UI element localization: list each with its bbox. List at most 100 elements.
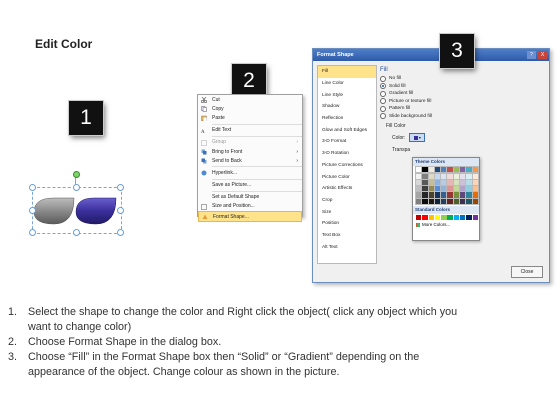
color-swatch[interactable] xyxy=(421,165,429,174)
radio-slide-background-fill[interactable]: Slide background fill xyxy=(380,113,544,121)
color-swatch[interactable] xyxy=(427,179,436,187)
nav-picture-corrections[interactable]: Picture Corrections xyxy=(318,160,376,172)
radio-no-fill[interactable]: No fill xyxy=(380,75,544,83)
color-swatch[interactable] xyxy=(433,191,442,199)
resize-handle[interactable] xyxy=(29,184,36,191)
color-swatch[interactable] xyxy=(446,173,454,181)
nav-line-color[interactable]: Line Color xyxy=(318,78,376,90)
color-swatch[interactable] xyxy=(433,185,442,193)
color-swatch[interactable] xyxy=(465,185,473,193)
color-swatch[interactable] xyxy=(465,179,473,187)
color-swatch[interactable] xyxy=(440,173,448,181)
color-swatch[interactable] xyxy=(458,179,467,187)
color-swatch[interactable] xyxy=(440,179,448,187)
nav-size[interactable]: Size xyxy=(318,206,376,218)
color-swatch[interactable] xyxy=(414,185,423,193)
nav-position[interactable]: Position xyxy=(318,218,376,230)
color-swatch[interactable] xyxy=(471,185,480,193)
color-swatch[interactable] xyxy=(446,179,454,187)
color-swatch[interactable] xyxy=(465,191,473,199)
color-swatch[interactable] xyxy=(465,197,473,205)
color-swatch[interactable] xyxy=(441,214,447,221)
color-swatch[interactable] xyxy=(427,185,436,193)
color-swatch[interactable] xyxy=(422,214,428,221)
color-swatch[interactable] xyxy=(427,173,436,181)
close-icon[interactable]: X xyxy=(538,51,547,59)
nav-shadow[interactable]: Shadow xyxy=(318,101,376,113)
nav-text-box[interactable]: Text Box xyxy=(318,230,376,242)
color-swatch[interactable] xyxy=(458,191,467,199)
resize-handle[interactable] xyxy=(73,184,80,191)
color-swatch[interactable] xyxy=(421,185,429,193)
menu-item-size-position[interactable]: Size and Position... xyxy=(198,202,302,211)
color-swatch[interactable] xyxy=(421,197,429,205)
color-swatch[interactable] xyxy=(414,197,423,205)
resize-handle[interactable] xyxy=(117,207,124,214)
color-swatch[interactable] xyxy=(465,173,473,181)
color-swatch[interactable] xyxy=(427,197,436,205)
resize-handle[interactable] xyxy=(73,229,80,236)
color-swatch[interactable] xyxy=(452,173,461,181)
color-swatch[interactable] xyxy=(460,214,466,221)
color-swatch[interactable] xyxy=(414,165,423,174)
color-swatch[interactable] xyxy=(453,214,460,221)
color-swatch[interactable] xyxy=(416,214,422,221)
color-swatch[interactable] xyxy=(440,165,448,174)
color-swatch[interactable] xyxy=(471,179,480,187)
menu-item-save-as-picture[interactable]: Save as Picture... xyxy=(198,181,302,190)
nav-crop[interactable]: Crop xyxy=(318,195,376,207)
color-swatch[interactable] xyxy=(434,214,441,221)
menu-item-bring-to-front[interactable]: Bring to Front › xyxy=(198,147,302,156)
color-swatch[interactable] xyxy=(440,197,448,205)
color-swatch[interactable] xyxy=(421,173,429,181)
color-swatch[interactable] xyxy=(414,191,423,199)
color-swatch[interactable] xyxy=(446,165,454,174)
color-swatch[interactable] xyxy=(447,214,453,221)
close-button[interactable]: Close xyxy=(511,266,543,278)
color-swatch[interactable] xyxy=(452,165,461,174)
color-swatch[interactable] xyxy=(428,214,434,221)
menu-item-hyperlink[interactable]: Hyperlink... xyxy=(198,168,302,177)
nav-alt-text[interactable]: Alt Text xyxy=(318,241,376,253)
color-swatch[interactable] xyxy=(433,179,442,187)
color-swatch[interactable] xyxy=(471,191,480,199)
color-swatch[interactable] xyxy=(433,173,442,181)
color-swatch[interactable] xyxy=(458,165,467,174)
nav-glow-soft-edges[interactable]: Glow and Soft Edges xyxy=(318,124,376,136)
menu-item-set-default-shape[interactable]: Set as Default Shape xyxy=(198,193,302,202)
color-swatch[interactable] xyxy=(471,197,480,205)
color-swatch[interactable] xyxy=(446,191,454,199)
nav-picture-color[interactable]: Picture Color xyxy=(318,171,376,183)
rotation-handle[interactable] xyxy=(73,171,80,178)
radio-solid-fill[interactable]: Solid fill xyxy=(380,83,544,91)
nav-reflection[interactable]: Reflection xyxy=(318,113,376,125)
color-swatch[interactable] xyxy=(472,214,479,221)
color-swatch[interactable] xyxy=(458,197,467,205)
color-swatch[interactable] xyxy=(452,179,461,187)
color-swatch[interactable] xyxy=(440,185,448,193)
more-colors-link[interactable]: More Colors... xyxy=(413,220,479,229)
nav-3d-format[interactable]: 3-D Format xyxy=(318,136,376,148)
color-swatch[interactable] xyxy=(452,185,461,193)
radio-gradient-fill[interactable]: Gradient fill xyxy=(380,90,544,98)
resize-handle[interactable] xyxy=(29,229,36,236)
menu-item-send-to-back[interactable]: Send to Back › xyxy=(198,156,302,165)
color-swatch[interactable] xyxy=(466,214,472,221)
help-button[interactable]: ? xyxy=(527,51,536,59)
color-swatch[interactable] xyxy=(421,191,429,199)
resize-handle[interactable] xyxy=(117,184,124,191)
radio-picture-texture-fill[interactable]: Picture or texture fill xyxy=(380,98,544,106)
menu-item-copy[interactable]: Copy xyxy=(198,104,302,113)
resize-handle[interactable] xyxy=(117,229,124,236)
radio-pattern-fill[interactable]: Pattern fill xyxy=(380,105,544,113)
nav-artistic-effects[interactable]: Artistic Effects xyxy=(318,183,376,195)
color-swatch[interactable] xyxy=(433,197,442,205)
color-swatch[interactable] xyxy=(452,197,461,205)
color-swatch[interactable] xyxy=(427,165,436,174)
menu-item-paste[interactable]: Paste xyxy=(198,113,302,122)
color-swatch[interactable] xyxy=(414,179,423,187)
color-swatch[interactable] xyxy=(465,165,473,174)
color-swatch[interactable] xyxy=(421,179,429,187)
menu-item-cut[interactable]: Cut xyxy=(198,95,302,104)
resize-handle[interactable] xyxy=(29,207,36,214)
